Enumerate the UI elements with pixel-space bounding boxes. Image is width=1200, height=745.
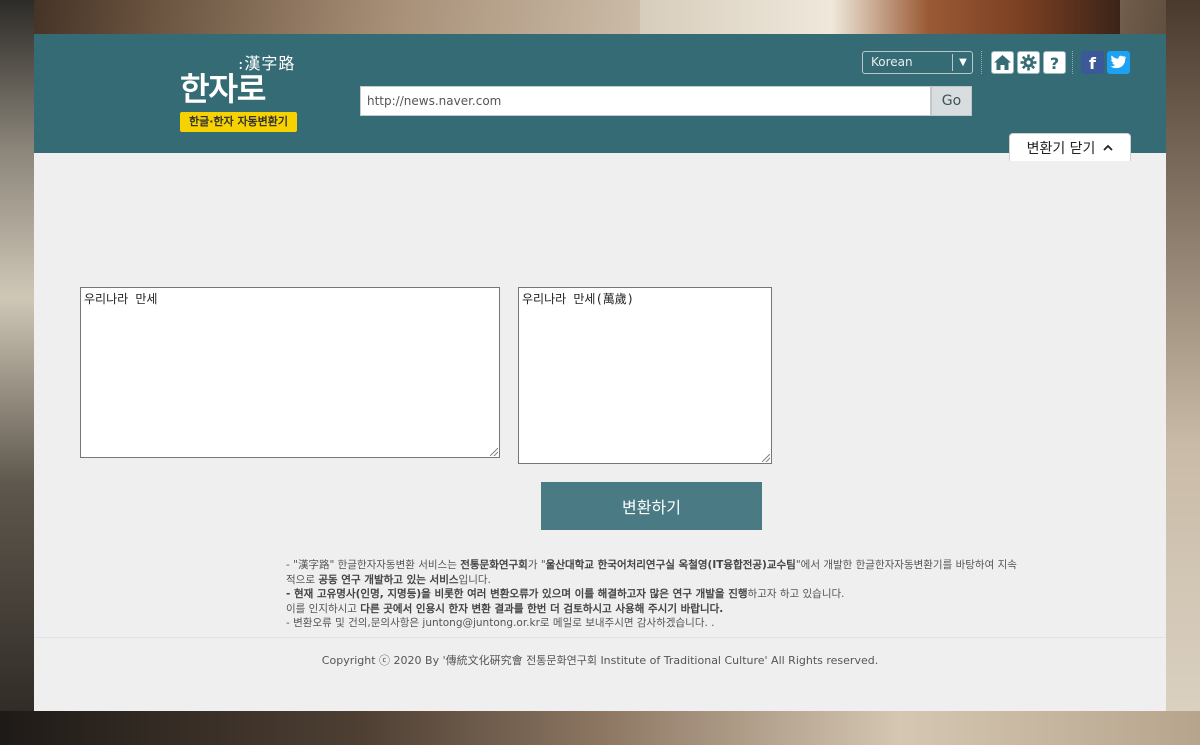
notice-org: 전통문화연구회	[460, 559, 528, 571]
logo-title[interactable]: 한자로	[180, 64, 266, 110]
notice-emphasis: 공동 연구 개발하고 있는 서비스	[318, 573, 459, 586]
home-button[interactable]	[991, 51, 1014, 74]
source-text-input[interactable]: 우리나라 만세	[80, 287, 500, 458]
close-converter-tab[interactable]: 변환기 닫기	[1009, 133, 1131, 161]
resize-grip-icon[interactable]	[762, 454, 770, 462]
twitter-button[interactable]	[1107, 51, 1130, 74]
background-photo-left	[0, 0, 34, 745]
divider	[1072, 51, 1073, 74]
home-icon	[994, 55, 1011, 70]
twitter-icon	[1110, 55, 1127, 69]
notice-line-3: 이를 인지하시고 다른 곳에서 인용시 한자 변환 결과를 한번 더 검토하시고…	[286, 602, 1021, 617]
language-select-value: Korean	[871, 55, 913, 69]
logo-badge: 한글·한자 자동변환기	[180, 112, 297, 132]
gear-icon	[1020, 54, 1037, 71]
settings-button[interactable]	[1017, 51, 1040, 74]
divider	[981, 51, 982, 74]
notice-emphasis: - 현재 고유명사(인명, 지명등)을 비롯한 여러 변환오류가 있으며 이를 …	[286, 588, 748, 600]
header-bar: :漢字路 한자로 한글·한자 자동변환기 Go Korean ▼	[34, 34, 1166, 161]
converter-window: :漢字路 한자로 한글·한자 자동변환기 Go Korean ▼	[34, 34, 1166, 711]
copyright-text: Copyright ⓒ 2020 By '傳統文化硏究會 전통문화연구회 Ins…	[321, 654, 879, 667]
resize-grip-icon[interactable]	[490, 448, 498, 456]
notice-text: 하고자 하고 있습니다.	[747, 588, 845, 600]
chevron-down-icon: ▼	[959, 57, 967, 68]
language-select-divider	[952, 54, 953, 71]
background-photo-bottom	[0, 711, 1200, 745]
notice-line-1: - "漢字路" 한글한자자동변환 서비스는 전통문화연구회가 "울산대학교 한국…	[286, 558, 1021, 587]
notice-text: 이를 인지하시고	[286, 602, 361, 615]
go-button[interactable]: Go	[931, 86, 972, 116]
notice-line-2: - 현재 고유명사(인명, 지명등)을 비롯한 여러 변환오류가 있으며 이를 …	[286, 587, 1021, 602]
notice-emphasis: 다른 곳에서 인용시 한자 변환 결과를 한번 더 검토하시고 사용해 주시기 …	[360, 602, 724, 615]
notice-text: 입니다.	[458, 573, 491, 586]
footer-divider	[34, 637, 1166, 638]
close-converter-label: 변환기 닫기	[1026, 140, 1096, 157]
svg-text:f: f	[1089, 54, 1097, 71]
facebook-button[interactable]: f	[1081, 51, 1104, 74]
svg-text:?: ?	[1050, 54, 1059, 71]
chevron-up-icon	[1103, 144, 1114, 151]
notice-line-4: - 변환오류 및 건의,문의사항은 juntong@juntong.or.kr로…	[286, 617, 715, 629]
language-select[interactable]: Korean ▼	[862, 51, 973, 74]
notice-lab: 울산대학교 한국어처리연구실 옥철영(IT융합전공)교수팀	[545, 559, 796, 571]
facebook-icon: f	[1089, 54, 1097, 71]
url-input[interactable]	[360, 86, 931, 116]
notice-text: - "漢字路" 한글한자자동변환 서비스는	[286, 559, 461, 571]
background-photo-right	[1166, 0, 1200, 745]
help-button[interactable]: ?	[1043, 51, 1066, 74]
service-notice: - "漢字路" 한글한자자동변환 서비스는 전통문화연구회가 "울산대학교 한국…	[286, 558, 1021, 631]
convert-button[interactable]: 변환하기	[541, 482, 762, 530]
converted-text-output[interactable]: 우리나라 만세(萬歲)	[518, 287, 772, 464]
background-photo-top	[640, 0, 1120, 34]
notice-text: 가 "	[527, 559, 546, 571]
question-mark-icon: ?	[1050, 54, 1059, 71]
